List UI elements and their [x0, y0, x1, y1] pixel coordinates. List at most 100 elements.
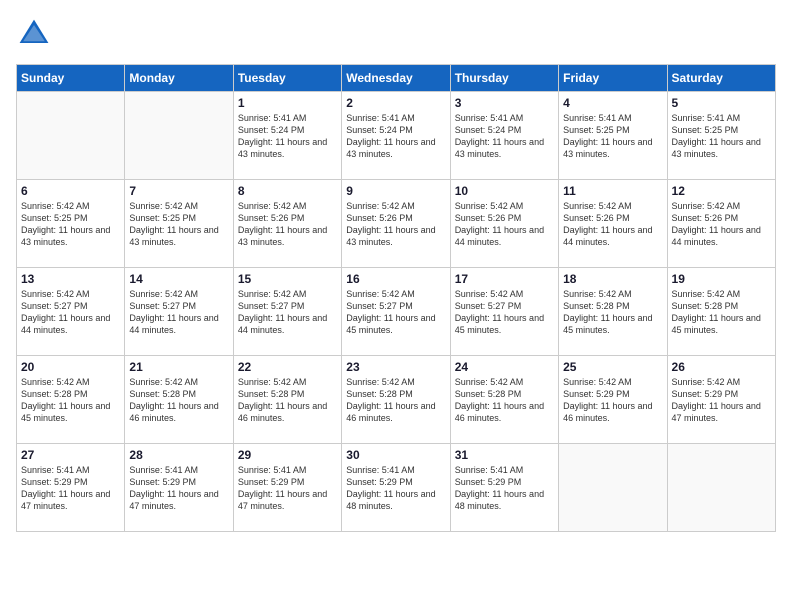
day-number: 5: [672, 96, 771, 110]
weekday-header: Monday: [125, 65, 233, 92]
day-number: 21: [129, 360, 228, 374]
cell-content: Sunrise: 5:41 AM Sunset: 5:24 PM Dayligh…: [238, 112, 337, 161]
cell-content: Sunrise: 5:41 AM Sunset: 5:29 PM Dayligh…: [21, 464, 120, 513]
day-number: 18: [563, 272, 662, 286]
calendar-cell: 11 Sunrise: 5:42 AM Sunset: 5:26 PM Dayli…: [559, 180, 667, 268]
calendar-cell: 7 Sunrise: 5:42 AM Sunset: 5:25 PM Daylig…: [125, 180, 233, 268]
weekday-header: Saturday: [667, 65, 775, 92]
cell-content: Sunrise: 5:41 AM Sunset: 5:29 PM Dayligh…: [455, 464, 554, 513]
cell-content: Sunrise: 5:42 AM Sunset: 5:25 PM Dayligh…: [129, 200, 228, 249]
day-number: 22: [238, 360, 337, 374]
day-number: 31: [455, 448, 554, 462]
cell-content: Sunrise: 5:41 AM Sunset: 5:29 PM Dayligh…: [129, 464, 228, 513]
cell-content: Sunrise: 5:42 AM Sunset: 5:26 PM Dayligh…: [563, 200, 662, 249]
day-number: 24: [455, 360, 554, 374]
calendar-cell: [125, 92, 233, 180]
cell-content: Sunrise: 5:42 AM Sunset: 5:28 PM Dayligh…: [672, 288, 771, 337]
calendar-cell: 30 Sunrise: 5:41 AM Sunset: 5:29 PM Dayli…: [342, 444, 450, 532]
cell-content: Sunrise: 5:41 AM Sunset: 5:24 PM Dayligh…: [346, 112, 445, 161]
day-number: 16: [346, 272, 445, 286]
calendar-week-row: 13 Sunrise: 5:42 AM Sunset: 5:27 PM Dayli…: [17, 268, 776, 356]
cell-content: Sunrise: 5:42 AM Sunset: 5:28 PM Dayligh…: [129, 376, 228, 425]
cell-content: Sunrise: 5:42 AM Sunset: 5:27 PM Dayligh…: [346, 288, 445, 337]
calendar-week-row: 20 Sunrise: 5:42 AM Sunset: 5:28 PM Dayli…: [17, 356, 776, 444]
cell-content: Sunrise: 5:42 AM Sunset: 5:26 PM Dayligh…: [455, 200, 554, 249]
calendar-cell: 14Sunrise: 5:42 AM Sunset: 5:27 PM Dayli…: [125, 268, 233, 356]
cell-content: Sunrise: 5:41 AM Sunset: 5:25 PM Dayligh…: [672, 112, 771, 161]
calendar-cell: 5 Sunrise: 5:41 AM Sunset: 5:25 PM Daylig…: [667, 92, 775, 180]
calendar-cell: 3 Sunrise: 5:41 AM Sunset: 5:24 PM Daylig…: [450, 92, 558, 180]
calendar-cell: [667, 444, 775, 532]
day-number: 17: [455, 272, 554, 286]
calendar-cell: 1 Sunrise: 5:41 AM Sunset: 5:24 PM Daylig…: [233, 92, 341, 180]
day-number: 20: [21, 360, 120, 374]
cell-content: Sunrise: 5:42 AM Sunset: 5:26 PM Dayligh…: [346, 200, 445, 249]
cell-content: Sunrise: 5:42 AM Sunset: 5:28 PM Dayligh…: [238, 376, 337, 425]
day-number: 30: [346, 448, 445, 462]
cell-content: Sunrise: 5:42 AM Sunset: 5:28 PM Dayligh…: [346, 376, 445, 425]
day-number: 28: [129, 448, 228, 462]
cell-content: Sunrise: 5:42 AM Sunset: 5:27 PM Dayligh…: [455, 288, 554, 337]
calendar-table: SundayMondayTuesdayWednesdayThursdayFrid…: [16, 64, 776, 532]
day-number: 15: [238, 272, 337, 286]
cell-content: Sunrise: 5:41 AM Sunset: 5:29 PM Dayligh…: [346, 464, 445, 513]
cell-content: Sunrise: 5:42 AM Sunset: 5:27 PM Dayligh…: [238, 288, 337, 337]
calendar-cell: 6Sunrise: 5:42 AM Sunset: 5:25 PM Daylig…: [17, 180, 125, 268]
day-number: 14: [129, 272, 228, 286]
calendar-cell: [559, 444, 667, 532]
weekday-header: Sunday: [17, 65, 125, 92]
cell-content: Sunrise: 5:42 AM Sunset: 5:28 PM Dayligh…: [563, 288, 662, 337]
day-number: 23: [346, 360, 445, 374]
calendar-cell: 16 Sunrise: 5:42 AM Sunset: 5:27 PM Dayli…: [342, 268, 450, 356]
calendar-week-row: 6 Sunrise: 5:42 AM Sunset: 5:25 PM Daylig…: [17, 180, 776, 268]
day-number: 27: [21, 448, 120, 462]
cell-content: Sunrise: 5:41 AM Sunset: 5:25 PM Dayligh…: [563, 112, 662, 161]
calendar-cell: 4 Sunrise: 5:41 AM Sunset: 5:25 PM Daylig…: [559, 92, 667, 180]
calendar-cell: 15 Sunrise: 5:42 AM Sunset: 5:27 PM Dayli…: [233, 268, 341, 356]
page-header: [16, 16, 776, 52]
cell-content: Sunrise: 5:42 AM Sunset: 5:26 PM Dayligh…: [672, 200, 771, 249]
calendar-cell: [17, 92, 125, 180]
calendar-cell: 26Sunrise: 5:42 AM Sunset: 5:29 PM Dayli…: [667, 356, 775, 444]
weekday-header: Thursday: [450, 65, 558, 92]
calendar-cell: 28 Sunrise: 5:41 AM Sunset: 5:29 PM Dayli…: [125, 444, 233, 532]
weekday-header: Wednesday: [342, 65, 450, 92]
cell-content: Sunrise: 5:42 AM Sunset: 5:26 PM Dayligh…: [238, 200, 337, 249]
day-number: 3: [455, 96, 554, 110]
cell-content: Sunrise: 5:42 AM Sunset: 5:29 PM Dayligh…: [563, 376, 662, 425]
calendar-cell: 18 Sunrise: 5:42 AM Sunset: 5:28 PM Dayli…: [559, 268, 667, 356]
day-number: 7: [129, 184, 228, 198]
calendar-cell: 23 Sunrise: 5:42 AM Sunset: 5:28 PM Dayli…: [342, 356, 450, 444]
calendar-cell: 20Sunrise: 5:42 AM Sunset: 5:28 PM Dayli…: [17, 356, 125, 444]
day-number: 2: [346, 96, 445, 110]
calendar-cell: 21 Sunrise: 5:42 AM Sunset: 5:28 PM Dayli…: [125, 356, 233, 444]
cell-content: Sunrise: 5:41 AM Sunset: 5:24 PM Dayligh…: [455, 112, 554, 161]
calendar-cell: 10 Sunrise: 5:42 AM Sunset: 5:26 PM Dayli…: [450, 180, 558, 268]
calendar-cell: 22 Sunrise: 5:42 AM Sunset: 5:28 PM Dayli…: [233, 356, 341, 444]
day-number: 10: [455, 184, 554, 198]
day-number: 25: [563, 360, 662, 374]
calendar-cell: 12 Sunrise: 5:42 AM Sunset: 5:26 PM Dayli…: [667, 180, 775, 268]
day-number: 12: [672, 184, 771, 198]
day-number: 11: [563, 184, 662, 198]
day-number: 4: [563, 96, 662, 110]
calendar-cell: 9 Sunrise: 5:42 AM Sunset: 5:26 PM Daylig…: [342, 180, 450, 268]
calendar-cell: 27 Sunrise: 5:41 AM Sunset: 5:29 PM Dayli…: [17, 444, 125, 532]
day-number: 6: [21, 184, 120, 198]
cell-content: Sunrise: 5:42 AM Sunset: 5:28 PM Dayligh…: [455, 376, 554, 425]
day-number: 8: [238, 184, 337, 198]
calendar-week-row: 1 Sunrise: 5:41 AM Sunset: 5:24 PM Daylig…: [17, 92, 776, 180]
logo: [16, 16, 56, 52]
cell-content: Sunrise: 5:41 AM Sunset: 5:29 PM Dayligh…: [238, 464, 337, 513]
day-number: 13: [21, 272, 120, 286]
calendar-cell: 13 Sunrise: 5:42 AM Sunset: 5:27 PM Dayli…: [17, 268, 125, 356]
calendar-cell: 25 Sunrise: 5:42 AM Sunset: 5:29 PM Dayli…: [559, 356, 667, 444]
day-number: 19: [672, 272, 771, 286]
calendar-cell: 17 Sunrise: 5:42 AM Sunset: 5:27 PM Dayli…: [450, 268, 558, 356]
logo-icon: [16, 16, 52, 52]
day-number: 1: [238, 96, 337, 110]
calendar-cell: 2 Sunrise: 5:41 AM Sunset: 5:24 PM Daylig…: [342, 92, 450, 180]
day-number: 9: [346, 184, 445, 198]
cell-content: Sunrise: 5:42 AM Sunset: 5:27 PM Dayligh…: [21, 288, 120, 337]
calendar-week-row: 27 Sunrise: 5:41 AM Sunset: 5:29 PM Dayli…: [17, 444, 776, 532]
